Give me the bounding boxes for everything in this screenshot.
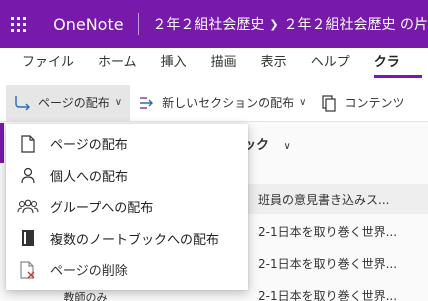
chevron-down-icon: ∨ [299,97,307,108]
content-button[interactable]: コンテンツ [312,85,410,121]
distribute-page-label: ページの配布 [38,96,110,110]
ribbon-tabs: ファイル ホーム 挿入 描画 表示 ヘルプ クラ [0,48,428,80]
title-bar: OneNote ２年２組社会歴史 ❯ ２年２組社会歴史 の片 [0,0,428,48]
menu-item-label: ページの削除 [50,264,128,280]
menu-item-distribute-page[interactable]: ページの配布 [6,128,248,160]
notebooks-icon [16,226,40,250]
page-item[interactable]: 2-1日本を取り巻く世界... [258,255,397,272]
chevron-down-icon: ∨ [114,97,123,108]
distribute-new-section-label: 新しいセクションの配布 [162,96,295,110]
tab-file[interactable]: ファイル [0,48,86,80]
tab-draw[interactable]: 描画 [199,48,249,80]
group-icon [16,195,40,219]
menu-item-label: 個人への配布 [50,169,129,185]
breadcrumb-section[interactable]: ２年２組社会歴史 の片 [284,14,428,34]
menu-item-delete-page[interactable]: ページの削除 [6,254,248,286]
page-item[interactable]: 2-1日本を取り巻く世界... [258,223,397,240]
waffle-icon [11,16,27,32]
menu-item-label: グループへの配布 [50,201,154,217]
distribute-page-button[interactable]: ページの配布 ∨ [6,84,131,121]
chevron-down-icon: ∨ [283,141,291,152]
tab-help[interactable]: ヘルプ [299,48,362,80]
distribute-page-menu: ページの配布 個人への配布 グループへの配布 複数のノートブックへの配布 ページ… [6,124,248,290]
distribute-section-icon [136,92,158,114]
selected-section-indicator [0,123,4,163]
tab-insert[interactable]: 挿入 [149,48,199,80]
menu-item-label: 複数のノートブックへの配布 [50,232,220,248]
content-icon [318,92,340,114]
menu-item-distribute-multiple-notebooks[interactable]: 複数のノートブックへの配布 [6,223,248,255]
menu-item-distribute-group[interactable]: グループへの配布 [6,191,248,223]
menu-item-distribute-individual[interactable]: 個人への配布 [6,160,248,192]
page-item[interactable]: 班員の意見書き込みス... [258,191,389,208]
distribute-new-section-button[interactable]: 新しいセクションの配布 ∨ [130,85,312,121]
command-bar: ページの配布 ∨ 新しいセクションの配布 ∨ コンテンツ [0,84,428,122]
app-name[interactable]: OneNote [53,15,123,34]
content-label: コンテンツ [344,96,405,110]
page-item[interactable]: 2-1日本を取り巻く世界... [258,287,397,301]
delete-page-icon [16,258,40,282]
menu-item-label: ページの配布 [50,138,128,154]
teacher-only-section[interactable]: _教師のみ [58,289,108,301]
app-launcher-button[interactable] [0,0,37,48]
tab-view[interactable]: 表示 [249,48,299,80]
title-separator [137,13,139,35]
breadcrumb-notebook[interactable]: ２年２組社会歴史 [152,14,264,34]
person-icon [16,163,40,187]
distribute-page-icon [12,92,34,114]
tab-home[interactable]: ホーム [86,48,149,80]
page-icon [16,132,40,156]
tab-class-notebook[interactable]: クラ [362,48,422,80]
breadcrumb-chevron-icon: ❯ [269,17,279,31]
